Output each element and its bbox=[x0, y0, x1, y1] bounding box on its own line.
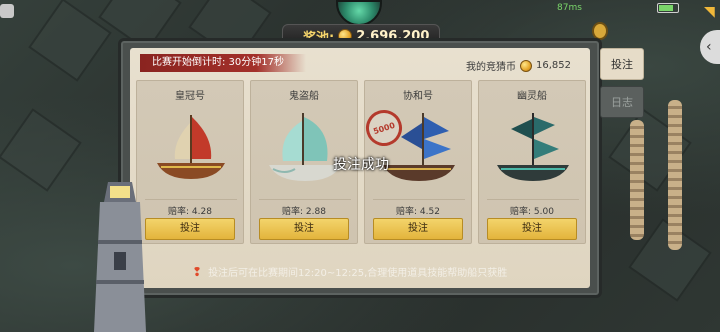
tab-bet[interactable]: 投注 bbox=[600, 48, 644, 80]
floor-tile bbox=[28, 0, 112, 82]
my-coins: 我的竞猜币 16,852 bbox=[466, 58, 571, 73]
ship-odds: 赔率: 2.88 bbox=[282, 207, 326, 217]
ship-name: 鬼盗船 bbox=[289, 91, 319, 102]
card-divider bbox=[373, 199, 465, 200]
ship-card: 幽灵船 赔率: 5.00 投注 bbox=[478, 80, 586, 244]
match-countdown: 比赛开始倒计时: 30分钟17秒 bbox=[140, 54, 306, 72]
coin-icon bbox=[520, 59, 532, 72]
tab-log[interactable]: 日志 bbox=[600, 86, 644, 118]
card-divider bbox=[487, 199, 579, 200]
card-divider bbox=[259, 199, 351, 200]
phantom-ship-icon bbox=[497, 113, 569, 181]
my-coins-value: 16,852 bbox=[536, 60, 571, 71]
ship-name: 幽灵船 bbox=[517, 91, 547, 102]
ship-odds: 赔率: 4.52 bbox=[396, 207, 440, 217]
bet-success-toast: 投注成功 bbox=[333, 157, 389, 173]
lighthouse-icon bbox=[94, 182, 146, 332]
bet-button-phantom[interactable]: 投注 bbox=[487, 218, 577, 240]
ship-name: 皇冠号 bbox=[175, 91, 205, 102]
rope-decoration bbox=[668, 100, 682, 250]
my-coins-label: 我的竞猜币 bbox=[466, 62, 516, 73]
rope-decoration bbox=[630, 120, 644, 240]
flag-icon[interactable]: ◥ bbox=[704, 4, 718, 22]
ship-name: 协和号 bbox=[403, 91, 433, 102]
wifi-latency: 87ms bbox=[557, 3, 582, 13]
status-left-icon bbox=[0, 4, 14, 18]
bet-button-ghost-pirate[interactable]: 投注 bbox=[259, 218, 349, 240]
bet-button-concord[interactable]: 投注 bbox=[373, 218, 463, 240]
crown-ship-icon bbox=[157, 115, 225, 179]
footer-note: ❢ 投注后可在比赛期间12:20~12:25,合理使用道具技能帮助船只获胜 bbox=[192, 264, 508, 280]
ship-odds: 赔率: 5.00 bbox=[510, 207, 554, 217]
footer-note-text: 投注后可在比赛期间12:20~12:25,合理使用道具技能帮助船只获胜 bbox=[208, 268, 508, 279]
battery-icon bbox=[657, 3, 679, 13]
floor-tile bbox=[0, 108, 82, 192]
alert-icon: ❢ bbox=[192, 264, 203, 279]
